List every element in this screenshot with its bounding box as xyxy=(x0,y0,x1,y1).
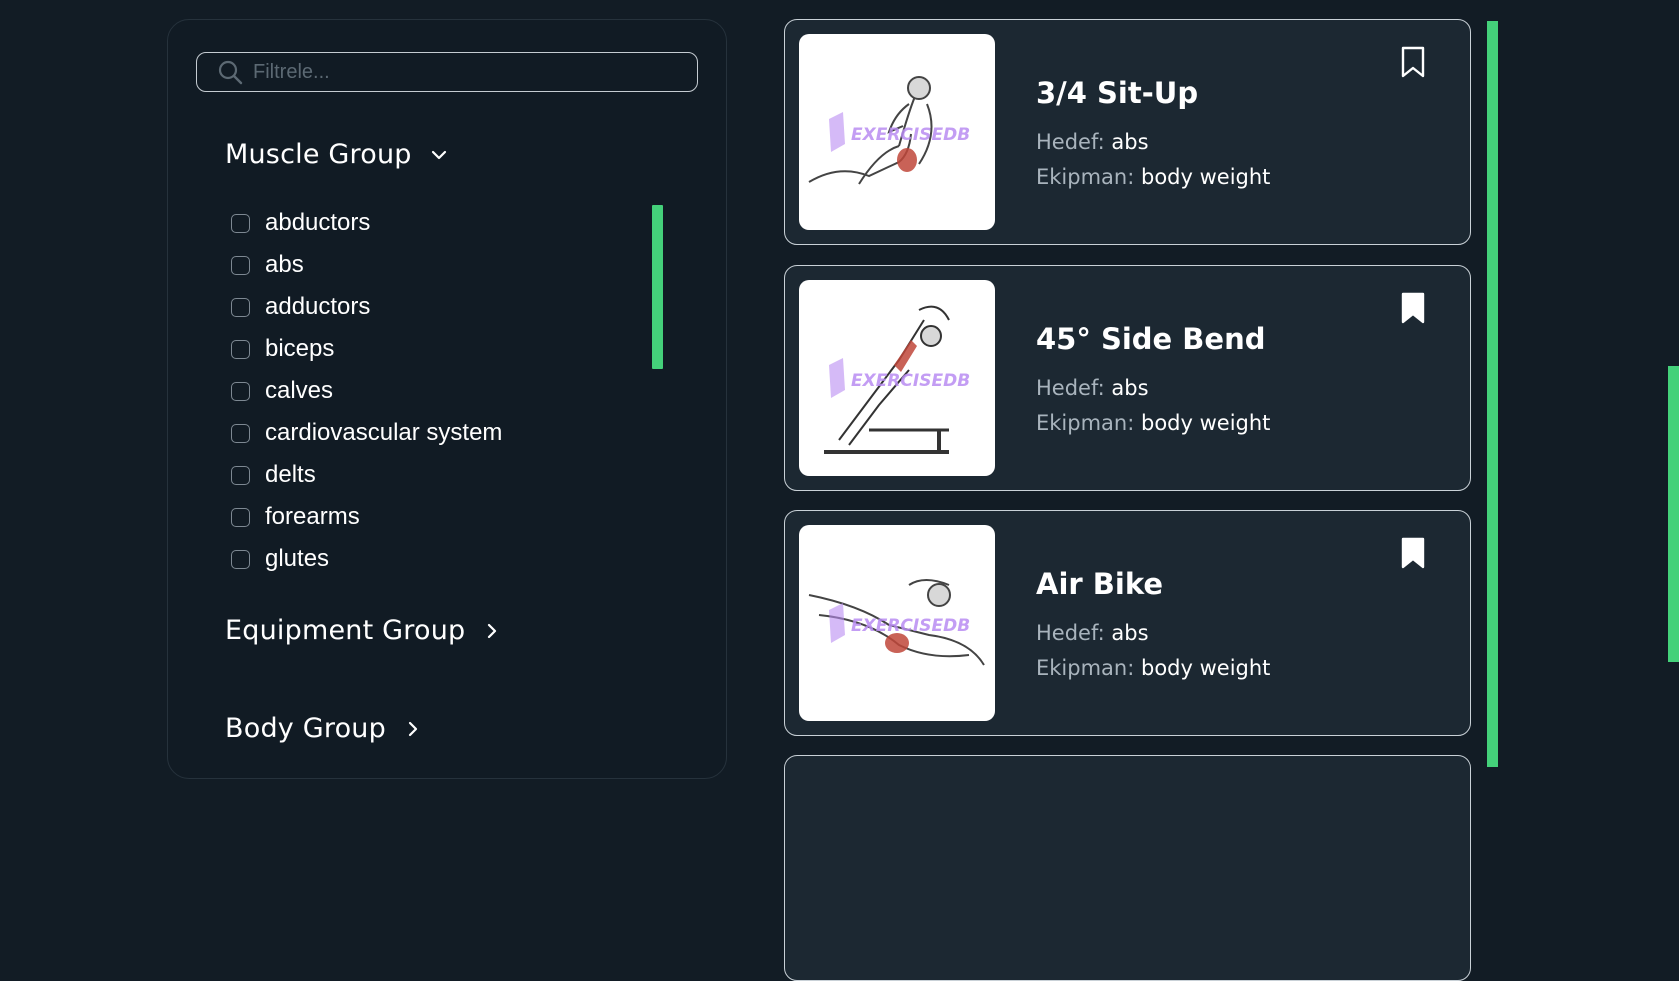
page-scrollbar[interactable] xyxy=(1668,366,1679,662)
exercise-image: EXERCISEDB xyxy=(799,34,995,230)
bookmark-icon[interactable] xyxy=(1400,46,1426,78)
target-label: Hedef: xyxy=(1036,621,1105,645)
muscle-option[interactable]: glutes xyxy=(231,538,651,580)
chevron-right-icon xyxy=(408,721,418,736)
muscle-option[interactable]: adductors xyxy=(231,286,651,328)
exercise-target: Hedef: abs xyxy=(1036,376,1149,400)
muscle-option[interactable]: cardiovascular system xyxy=(231,412,651,454)
checkbox[interactable] xyxy=(231,255,250,275)
target-label: Hedef: xyxy=(1036,376,1105,400)
target-value: abs xyxy=(1111,376,1149,400)
exercise-target: Hedef: abs xyxy=(1036,621,1149,645)
body-group-title: Body Group xyxy=(225,713,386,744)
checkbox[interactable] xyxy=(231,339,250,359)
equipment-label: Ekipman: xyxy=(1036,656,1135,680)
chevron-down-icon xyxy=(431,150,446,159)
muscle-list-scrollbar[interactable] xyxy=(652,205,663,369)
target-label: Hedef: xyxy=(1036,130,1105,154)
exercise-equipment: Ekipman: body weight xyxy=(1036,411,1270,435)
exercise-image: EXERCISEDB xyxy=(799,525,995,721)
bookmark-icon[interactable] xyxy=(1400,292,1426,324)
equipment-label: Ekipman: xyxy=(1036,411,1135,435)
muscle-option[interactable]: biceps xyxy=(231,328,651,370)
exercise-title[interactable]: 45° Side Bend xyxy=(1036,322,1265,356)
checkbox[interactable] xyxy=(231,213,250,233)
muscle-group-list: abductors abs adductors biceps calves ca… xyxy=(231,202,651,580)
muscle-group-header[interactable]: Muscle Group xyxy=(225,139,450,170)
watermark-text: EXERCISEDB xyxy=(851,616,970,636)
chevron-right-icon xyxy=(488,623,497,638)
search-box[interactable] xyxy=(196,52,698,92)
muscle-option-label: abs xyxy=(265,251,304,278)
muscle-option[interactable]: calves xyxy=(231,370,651,412)
checkbox[interactable] xyxy=(231,423,250,443)
muscle-option[interactable]: forearms xyxy=(231,496,651,538)
equipment-group-header[interactable]: Equipment Group xyxy=(225,615,503,646)
muscle-option[interactable]: delts xyxy=(231,454,651,496)
bookmark-icon[interactable] xyxy=(1400,537,1426,569)
body-group-header[interactable]: Body Group xyxy=(225,713,424,744)
muscle-option-label: calves xyxy=(265,377,334,404)
muscle-option-label: cardiovascular system xyxy=(265,419,503,446)
muscle-option-label: biceps xyxy=(265,335,335,362)
target-value: abs xyxy=(1111,621,1149,645)
watermark-text: EXERCISEDB xyxy=(851,125,970,145)
muscle-option-label: delts xyxy=(265,461,316,488)
exercise-card[interactable]: EXERCISEDB 45° Side Bend Hedef: abs Ekip… xyxy=(784,265,1471,491)
equipment-group-title: Equipment Group xyxy=(225,615,466,646)
checkbox[interactable] xyxy=(231,297,250,317)
exercise-card[interactable] xyxy=(784,755,1471,981)
exercise-equipment: Ekipman: body weight xyxy=(1036,656,1270,680)
exercise-target: Hedef: abs xyxy=(1036,130,1149,154)
results-scrollbar[interactable] xyxy=(1487,21,1498,767)
exercise-title[interactable]: Air Bike xyxy=(1036,567,1163,601)
equipment-value: body weight xyxy=(1141,165,1271,189)
muscle-option[interactable]: abductors xyxy=(231,202,651,244)
target-value: abs xyxy=(1111,130,1149,154)
checkbox[interactable] xyxy=(231,465,250,485)
exercise-equipment: Ekipman: body weight xyxy=(1036,165,1270,189)
muscle-option-label: abductors xyxy=(265,209,371,236)
checkbox[interactable] xyxy=(231,549,250,569)
equipment-label: Ekipman: xyxy=(1036,165,1135,189)
checkbox[interactable] xyxy=(231,381,250,401)
search-icon xyxy=(218,60,243,85)
checkbox[interactable] xyxy=(231,507,250,527)
exercise-image: EXERCISEDB xyxy=(799,280,995,476)
watermark-text: EXERCISEDB xyxy=(851,371,970,391)
exercise-title[interactable]: 3/4 Sit-Up xyxy=(1036,76,1198,110)
filter-sidebar: Muscle Group abductors abs adductors bic… xyxy=(167,19,727,779)
equipment-value: body weight xyxy=(1141,411,1271,435)
muscle-option-label: adductors xyxy=(265,293,371,320)
muscle-group-title: Muscle Group xyxy=(225,139,412,170)
equipment-value: body weight xyxy=(1141,656,1271,680)
muscle-option-label: glutes xyxy=(265,545,330,572)
exercise-card[interactable]: EXERCISEDB 3/4 Sit-Up Hedef: abs Ekipman… xyxy=(784,19,1471,245)
exercise-card[interactable]: EXERCISEDB Air Bike Hedef: abs Ekipman: … xyxy=(784,510,1471,736)
search-input[interactable] xyxy=(251,59,675,85)
muscle-option-label: forearms xyxy=(265,503,360,530)
muscle-option[interactable]: abs xyxy=(231,244,651,286)
